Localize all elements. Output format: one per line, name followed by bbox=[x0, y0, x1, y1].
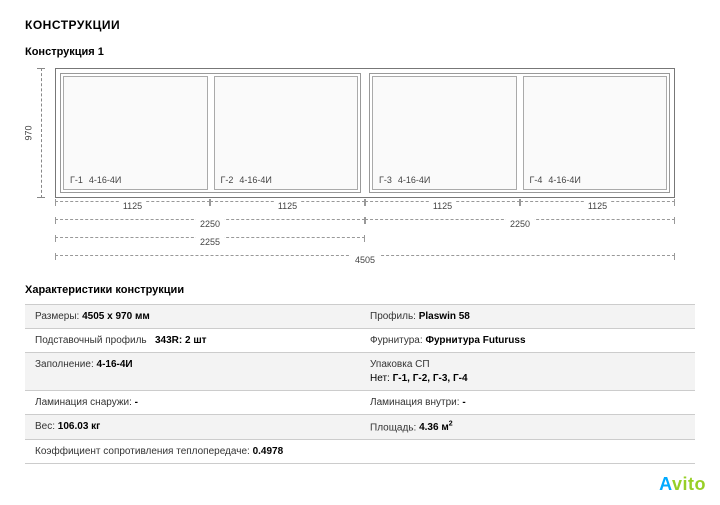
vertical-dimension: 970 bbox=[27, 68, 51, 198]
frame-outline: Г-14-16-4И Г-24-16-4И Г-34-16-4И Г-44-16… bbox=[55, 68, 675, 198]
construction-heading: Конструкция 1 bbox=[25, 46, 695, 58]
sash-2: Г-24-16-4И bbox=[214, 76, 359, 190]
watermark-logo: Avito bbox=[659, 474, 706, 495]
frame-left: Г-14-16-4И Г-24-16-4И bbox=[56, 69, 365, 197]
spec-table: Размеры: 4505 x 970 мм Профиль: Plaswin … bbox=[25, 304, 695, 464]
sash-3: Г-34-16-4И bbox=[372, 76, 517, 190]
sash-4: Г-44-16-4И bbox=[523, 76, 668, 190]
window-diagram: 970 Г-14-16-4И Г-24-16-4И Г-34-16-4И Г-4… bbox=[55, 68, 695, 270]
sash-1: Г-14-16-4И bbox=[63, 76, 208, 190]
page-title: КОНСТРУКЦИИ bbox=[25, 18, 695, 32]
frame-right: Г-34-16-4И Г-44-16-4И bbox=[365, 69, 674, 197]
height-value: 970 bbox=[24, 125, 34, 140]
spec-heading: Характеристики конструкции bbox=[25, 284, 695, 296]
horizontal-dimensions: 1125 1125 1125 1125 2250 2250 2255 4505 bbox=[55, 198, 675, 270]
